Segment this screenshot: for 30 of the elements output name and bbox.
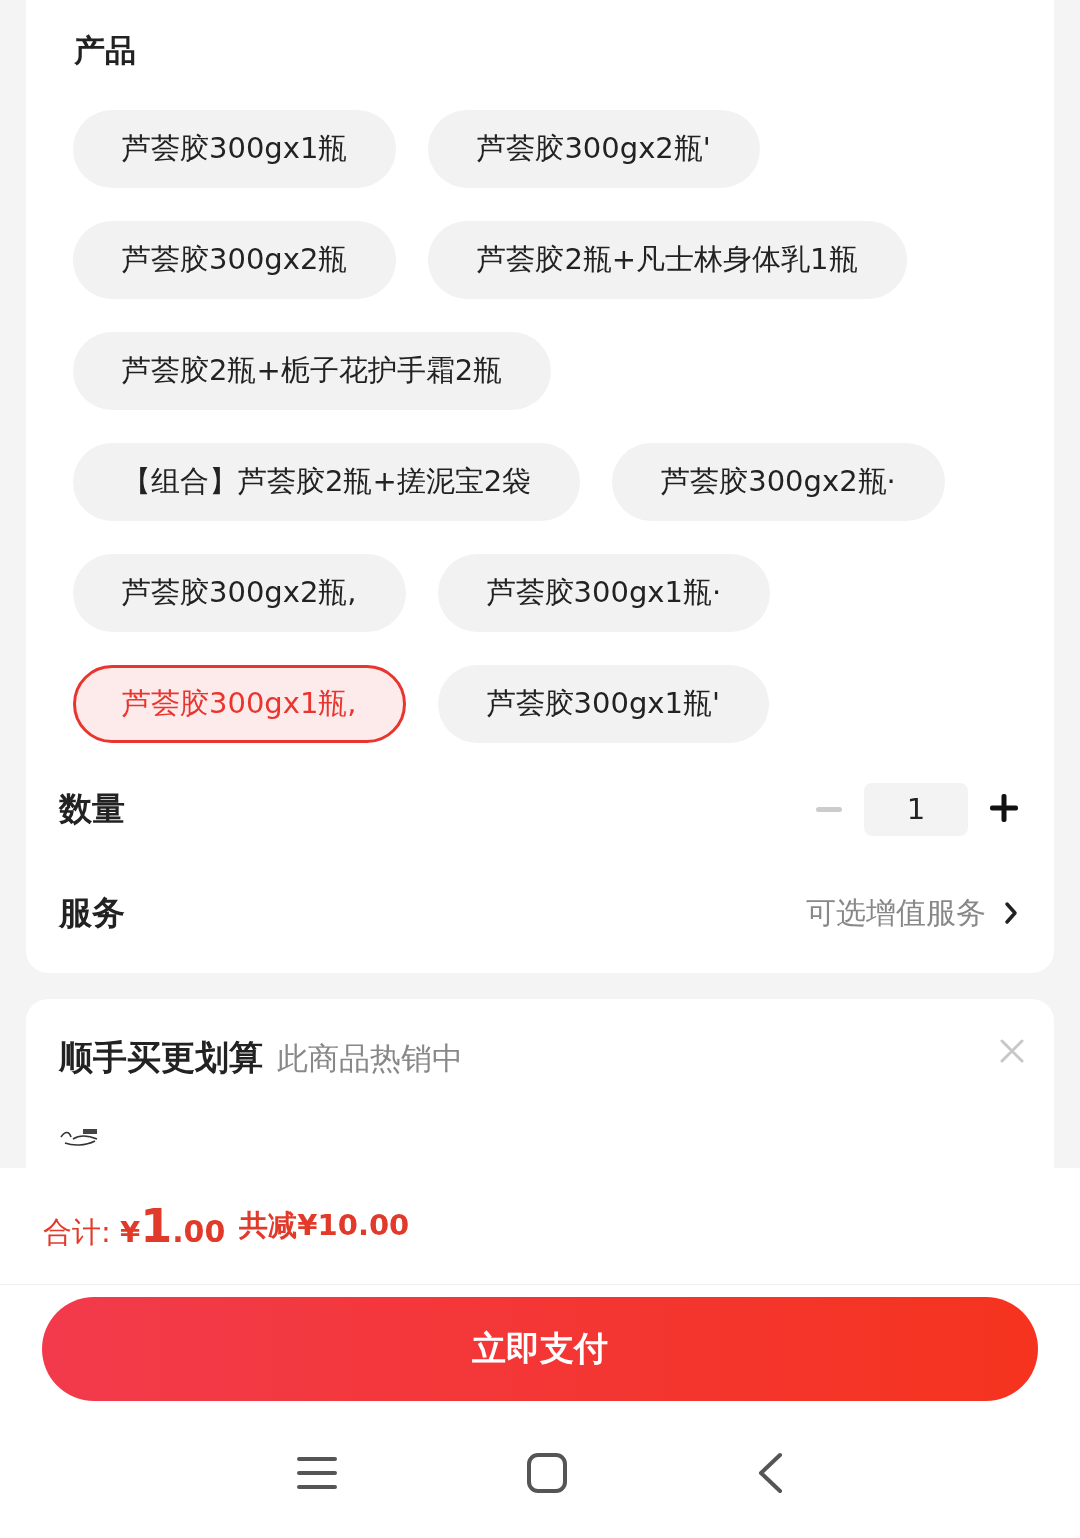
section-title: 产品 (74, 31, 137, 70)
option-chip[interactable]: 芦荟胶300gx1瓶· (437, 554, 771, 632)
option-chip[interactable]: 芦荟胶300gx2瓶, (73, 554, 406, 632)
service-label: 服务 (59, 891, 125, 934)
close-icon (1000, 1039, 1024, 1063)
total-price: 合计: ¥1.00 (43, 1199, 226, 1253)
pay-now-button[interactable]: 立即支付 (42, 1297, 1038, 1401)
menu-icon (297, 1456, 337, 1490)
option-chip[interactable]: 芦荟胶300gx2瓶· (612, 443, 945, 521)
option-chip[interactable]: 芦荟胶2瓶+栀子花护手霜2瓶 (73, 332, 552, 410)
option-chip[interactable]: 【组合】芦荟胶2瓶+搓泥宝2袋 (73, 443, 581, 521)
chevron-right-icon (1004, 901, 1018, 925)
home-square-icon (527, 1453, 567, 1493)
option-chip[interactable]: 芦荟胶300gx1瓶, (73, 665, 406, 743)
minus-icon (816, 807, 842, 812)
upsell-title: 顺手买更划算 (59, 1036, 263, 1079)
discount-amount: 共减¥10.00 (239, 1207, 410, 1244)
quantity-field[interactable]: 1 (864, 782, 968, 836)
option-chip[interactable]: 芦荟胶300gx2瓶 (73, 221, 397, 299)
plus-icon (990, 793, 1018, 822)
upsell-subtitle: 此商品热销中 (277, 1039, 463, 1078)
option-chip[interactable]: 芦荟胶300gx2瓶' (428, 110, 760, 188)
quantity-label: 数量 (59, 787, 125, 830)
service-option-link[interactable]: 可选增值服务 (806, 892, 1018, 934)
back-icon (757, 1452, 783, 1494)
home-button[interactable] (527, 1453, 567, 1496)
option-chip[interactable]: 芦荟胶2瓶+凡士林身体乳1瓶 (428, 221, 907, 299)
option-chip[interactable]: 芦荟胶300gx1瓶' (437, 665, 769, 743)
option-chip[interactable]: 芦荟胶300gx1瓶 (73, 110, 397, 188)
increase-button[interactable] (990, 793, 1018, 825)
